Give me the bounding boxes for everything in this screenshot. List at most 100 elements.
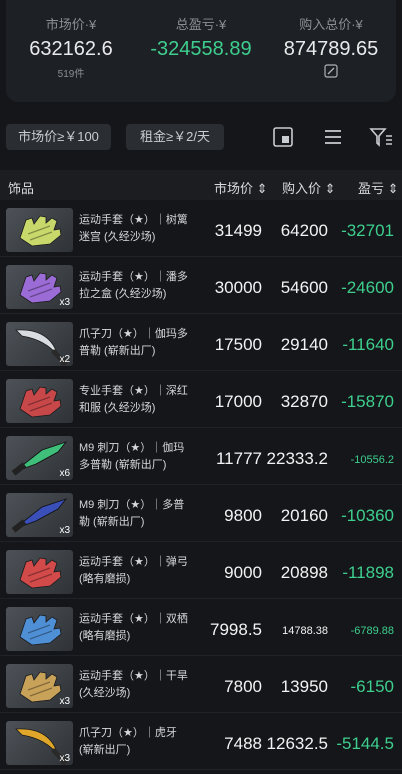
cost-total-label: 购入总价·¥: [299, 17, 363, 32]
item-pnl: -6789.88: [350, 625, 394, 637]
item-name-line2: (久经沙场): [79, 687, 131, 699]
item-thumbnail: x3: [6, 493, 73, 537]
col-buy-sort[interactable]: 购入价 ⇕: [282, 178, 336, 197]
item-name-line2: 多普勒 (崭新出厂): [79, 459, 167, 471]
item-market-price: 9000: [224, 563, 262, 582]
table-row[interactable]: x3 爪子刀（★）｜虎牙 (崭新出厂) 7488 12632.5 -5144.5: [0, 713, 402, 770]
item-name-line2: (略有磨损): [79, 573, 131, 585]
glove-icon: [19, 215, 62, 247]
item-name: 运动手套（★）｜干旱 (久经沙场): [79, 668, 197, 702]
item-pnl: -15870: [341, 392, 394, 411]
item-thumbnail: x6: [6, 436, 73, 480]
item-name-line1: M9 刺刀（★）｜伽玛: [79, 442, 185, 454]
item-quantity: x6: [59, 468, 70, 479]
table-row[interactable]: x3 运动手套（★）｜潘多 拉之盒 (久经沙场) 30000 54600 -24…: [0, 257, 402, 314]
item-market-price: 7800: [224, 677, 262, 696]
market-total-label: 市场价·¥: [45, 17, 97, 32]
item-thumbnail: [6, 607, 73, 651]
item-buy-price: 14788.38: [282, 625, 328, 637]
item-pnl: -6150: [350, 677, 394, 696]
col-pnl-sort[interactable]: 盈亏 ⇕: [358, 178, 399, 197]
item-name-line1: 运动手套（★）｜树篱: [79, 214, 188, 226]
item-buy-price: 22333.2: [266, 449, 328, 468]
item-market-price: 17000: [214, 392, 262, 411]
table-row[interactable]: 运动手套（★）｜双栖 (略有磨损) 7998.5 14788.38 -6789.…: [0, 599, 402, 656]
item-name-line2: 迷宫 (久经沙场): [79, 231, 156, 243]
item-name-line2: (略有磨损): [79, 630, 131, 642]
item-pnl: -11640: [342, 335, 394, 354]
list-icon[interactable]: [320, 124, 346, 150]
item-name-line1: 运动手套（★）｜干旱: [79, 670, 188, 682]
item-buy-price: 64200: [280, 221, 328, 240]
item-quantity: x2: [59, 354, 70, 365]
total-pnl-value: -324558.89: [150, 38, 252, 60]
item-name-line2: 普勒 (崭新出厂): [79, 345, 156, 357]
item-count: 519件: [57, 69, 85, 80]
item-pnl: -10556.2: [350, 454, 394, 466]
glove-icon: [19, 386, 62, 418]
item-name: 爪子刀（★）｜伽玛多 普勒 (崭新出厂): [79, 326, 197, 360]
item-name: 运动手套（★）｜双栖 (略有磨损): [79, 611, 197, 645]
filter-bar: 市场价≥￥100 租金≥￥2/天: [0, 118, 402, 154]
market-total-value: 632162.6: [29, 38, 113, 60]
item-name-line1: 运动手套（★）｜双栖: [79, 613, 188, 625]
item-name: 专业手套（★）｜深红 和服 (久经沙场): [79, 383, 197, 417]
item-name: M9 刺刀（★）｜多普 勒 (崭新出厂): [79, 497, 197, 531]
item-thumbnail: x3: [6, 265, 73, 309]
item-pnl: -32701: [341, 221, 394, 240]
item-thumbnail: x3: [6, 664, 73, 708]
glove-icon: [19, 557, 62, 589]
table-row[interactable]: x3 M9 刺刀（★）｜多普 勒 (崭新出厂) 9800 20160 -1036…: [0, 485, 402, 542]
item-name-line1: 爪子刀（★）｜虎牙: [79, 727, 177, 739]
item-buy-price: 54600: [280, 278, 328, 297]
table-row[interactable]: x2 爪子刀（★）｜伽玛多 普勒 (崭新出厂) 17500 29140 -116…: [0, 314, 402, 371]
table-row[interactable]: x3 运动手套（★）｜干旱 (久经沙场) 7800 13950 -6150: [0, 656, 402, 713]
item-pnl: -11898: [342, 563, 394, 582]
table-row[interactable]: 专业手套（★）｜深红 和服 (久经沙场) 17000 32870 -15870: [0, 371, 402, 428]
edit-icon[interactable]: [324, 64, 338, 78]
item-quantity: x3: [59, 297, 70, 308]
item-quantity: x3: [59, 525, 70, 536]
item-market-price: 11777: [215, 449, 262, 468]
item-name-line1: 运动手套（★）｜潘多: [79, 271, 188, 283]
item-market-price: 30000: [214, 278, 262, 297]
layout-icon[interactable]: [270, 124, 296, 150]
item-market-price: 17500: [214, 335, 262, 354]
table-row[interactable]: x6 M9 刺刀（★）｜伽玛 多普勒 (崭新出厂) 11777 22333.2 …: [0, 428, 402, 485]
item-name-line2: 和服 (久经沙场): [79, 402, 156, 414]
table-header: 饰品 市场价 ⇕ 购入价 ⇕ 盈亏 ⇕: [0, 170, 402, 200]
item-thumbnail: x2: [6, 322, 73, 366]
item-name-line1: M9 刺刀（★）｜多普: [79, 499, 185, 511]
glove-icon: [19, 614, 62, 646]
item-market-price: 31499: [214, 221, 262, 240]
rent-filter[interactable]: 租金≥￥2/天: [126, 124, 224, 150]
item-pnl: -5144.5: [336, 734, 394, 753]
table-row[interactable]: 运动手套（★）｜树篱 迷宫 (久经沙场) 31499 64200 -32701: [0, 200, 402, 257]
item-name: 运动手套（★）｜弹弓 (略有磨损): [79, 554, 197, 588]
item-name: M9 刺刀（★）｜伽玛 多普勒 (崭新出厂): [79, 440, 197, 474]
item-thumbnail: [6, 208, 73, 252]
item-quantity: x3: [59, 753, 70, 764]
item-name-line2: (崭新出厂): [79, 744, 131, 756]
item-quantity: x3: [59, 696, 70, 707]
item-name-line1: 爪子刀（★）｜伽玛多: [79, 328, 188, 340]
col-market-sort[interactable]: 市场价 ⇕: [214, 178, 268, 197]
summary-panel: 市场价·¥ 632162.6 519件 总盈亏·¥ -324558.89 购入总…: [6, 0, 396, 102]
item-buy-price: 20160: [280, 506, 328, 525]
item-buy-price: 29140: [280, 335, 328, 354]
item-thumbnail: x3: [6, 721, 73, 765]
item-name: 运动手套（★）｜潘多 拉之盒 (久经沙场): [79, 269, 197, 303]
item-thumbnail: [6, 379, 73, 423]
item-buy-price: 32870: [280, 392, 328, 411]
filter-icon[interactable]: [368, 124, 394, 150]
item-market-price: 7998.5: [210, 620, 262, 639]
item-name: 运动手套（★）｜树篱 迷宫 (久经沙场): [79, 212, 197, 246]
item-name: 爪子刀（★）｜虎牙 (崭新出厂): [79, 725, 197, 759]
market-price-filter[interactable]: 市场价≥￥100: [6, 124, 111, 150]
total-pnl-label: 总盈亏·¥: [175, 17, 227, 32]
item-buy-price: 20898: [280, 563, 328, 582]
item-name-line2: 拉之盒 (久经沙场): [79, 288, 167, 300]
item-market-price: 7488: [224, 734, 262, 753]
table-row[interactable]: 运动手套（★）｜弹弓 (略有磨损) 9000 20898 -11898: [0, 542, 402, 599]
item-pnl: -24600: [341, 278, 394, 297]
